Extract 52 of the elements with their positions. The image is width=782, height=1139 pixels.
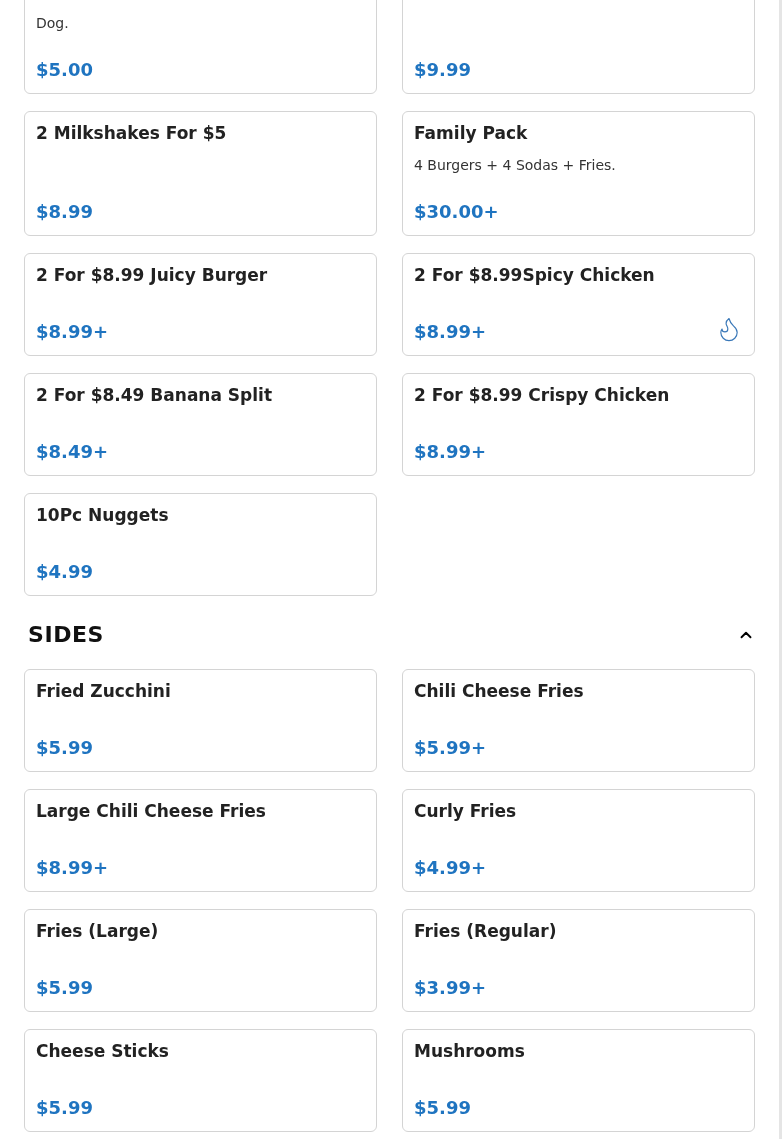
menu-item-card[interactable]: Curly Fries $4.99+ xyxy=(402,789,755,892)
item-name: Fried Zucchini xyxy=(36,680,172,703)
menu-item-card[interactable]: Dog. $5.00 xyxy=(24,0,377,94)
menu-item-card[interactable]: Fries (Large) $5.99 xyxy=(24,909,377,1012)
item-name: Fries (Large) xyxy=(36,920,160,943)
item-name: 2 For $8.99 Juicy Burger xyxy=(36,264,269,287)
item-name: Cheese Sticks xyxy=(36,1040,170,1063)
item-price: $5.99 xyxy=(36,1096,93,1120)
section-title: SIDES xyxy=(28,621,104,649)
item-name: 2 Milkshakes For $5 xyxy=(36,122,228,145)
item-price: $5.99 xyxy=(36,976,93,1000)
menu-item-card[interactable]: 2 For $8.99 Crispy Chicken $8.99+ xyxy=(402,373,755,476)
menu-item-card[interactable]: Fried Zucchini $5.99 xyxy=(24,669,377,772)
item-description: Dog. xyxy=(36,14,70,33)
item-name: 2 For $8.49 Banana Split xyxy=(36,384,274,407)
item-price: $8.49+ xyxy=(36,440,109,464)
item-price: $8.99+ xyxy=(36,856,109,880)
menu-item-card[interactable]: Chili Cheese Fries $5.99+ xyxy=(402,669,755,772)
item-price: $30.00+ xyxy=(414,200,499,224)
item-name: Mushrooms xyxy=(414,1040,526,1063)
menu-item-card[interactable]: 2 Milkshakes For $5 $8.99 xyxy=(24,111,377,236)
item-name: 2 For $8.99Spicy Chicken xyxy=(414,264,656,287)
menu-item-card[interactable]: 2 For $8.99Spicy Chicken $8.99+ xyxy=(402,253,755,356)
item-name: 10Pc Nuggets xyxy=(36,504,170,527)
item-price: $4.99+ xyxy=(414,856,487,880)
item-name: Curly Fries xyxy=(414,800,518,823)
item-price: $8.99 xyxy=(36,200,93,224)
item-price: $3.99+ xyxy=(414,976,487,1000)
menu-item-card[interactable]: $9.99 xyxy=(402,0,755,94)
item-price: $4.99 xyxy=(36,560,93,584)
item-name: 2 For $8.99 Crispy Chicken xyxy=(414,384,671,407)
menu-item-card[interactable]: Cheese Sticks $5.99 xyxy=(24,1029,377,1132)
menu-item-card[interactable]: 10Pc Nuggets $4.99 xyxy=(24,493,377,596)
item-name: Chili Cheese Fries xyxy=(414,680,585,703)
menu-item-card[interactable]: Large Chili Cheese Fries $8.99+ xyxy=(24,789,377,892)
item-price: $8.99+ xyxy=(414,320,487,344)
menu-item-card[interactable]: Fries (Regular) $3.99+ xyxy=(402,909,755,1012)
item-price: $5.99+ xyxy=(414,736,487,760)
item-price: $5.99 xyxy=(414,1096,471,1120)
item-price: $5.99 xyxy=(36,736,93,760)
menu-item-card[interactable]: Mushrooms $5.99 xyxy=(402,1029,755,1132)
menu-item-card[interactable]: Family Pack 4 Burgers + 4 Sodas + Fries. $30.00+ xyxy=(402,111,755,236)
item-name: Large Chili Cheese Fries xyxy=(36,800,267,823)
menu-item-card[interactable]: 2 For $8.99 Juicy Burger $8.99+ xyxy=(24,253,377,356)
item-name: Fries (Regular) xyxy=(414,920,558,943)
item-price: $8.99+ xyxy=(414,440,487,464)
item-name: Family Pack xyxy=(414,122,529,145)
item-description: 4 Burgers + 4 Sodas + Fries. xyxy=(414,156,617,175)
item-price: $5.00 xyxy=(36,58,93,82)
item-price: $9.99 xyxy=(414,58,471,82)
item-price: $8.99+ xyxy=(36,320,109,344)
menu-item-card[interactable]: 2 For $8.49 Banana Split $8.49+ xyxy=(24,373,377,476)
